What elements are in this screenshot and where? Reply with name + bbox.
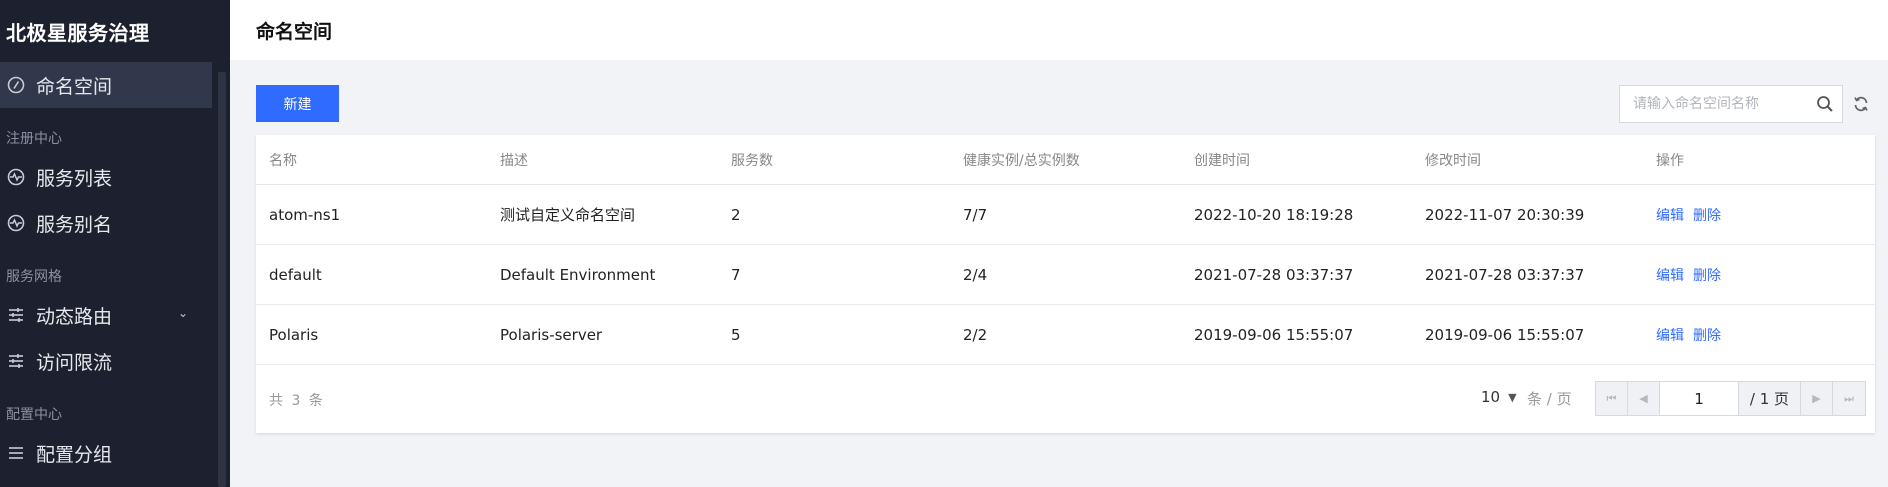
cell-name: default xyxy=(269,265,322,284)
column-header-created: 创建时间 xyxy=(1194,152,1250,169)
sidebar-item-label: 配置分组 xyxy=(36,443,113,466)
delete-link[interactable]: 删除 xyxy=(1693,328,1721,344)
table-row: atom-ns1 测试自定义命名空间 2 7/7 2022-10-20 18:1… xyxy=(256,185,1875,245)
sidebar: 北极星服务治理 命名空间 注册中心 服务列表 服务别名 服务网格 动态路由 ⌄ … xyxy=(0,0,230,487)
sliders-icon xyxy=(6,351,26,371)
cell-services: 7 xyxy=(731,265,741,284)
edit-link[interactable]: 编辑 xyxy=(1656,328,1684,344)
total-count: 共 3 条 xyxy=(269,392,325,409)
table-footer: 共 3 条 10 ▼ 条 / 页 ⏮ ◀ / 1 页 ▶ ⏭ xyxy=(256,366,1875,433)
cell-services: 5 xyxy=(731,325,741,344)
refresh-icon[interactable] xyxy=(1850,93,1872,115)
cell-services: 2 xyxy=(731,205,741,224)
search-box xyxy=(1619,85,1843,123)
page-size-select[interactable]: 10 ▼ xyxy=(1481,388,1527,406)
namespace-icon xyxy=(6,75,26,95)
cell-description: 测试自定义命名空间 xyxy=(500,206,636,224)
delete-link[interactable]: 删除 xyxy=(1693,208,1721,224)
page-size-value: 10 xyxy=(1481,388,1501,406)
cell-actions: 编辑 删除 xyxy=(1643,325,1865,345)
sidebar-group-config: 配置中心 xyxy=(6,407,62,423)
cell-health: 2/2 xyxy=(963,325,988,344)
cell-health: 2/4 xyxy=(963,265,988,284)
service-alias-icon xyxy=(6,213,26,233)
cell-actions: 编辑 删除 xyxy=(1643,265,1865,285)
sidebar-item-rate-limit[interactable]: 访问限流 xyxy=(0,338,212,384)
cell-created: 2019-09-06 15:55:07 xyxy=(1194,325,1354,344)
sidebar-item-label: 服务别名 xyxy=(36,213,113,236)
cell-actions: 编辑 删除 xyxy=(1643,205,1865,225)
cell-created: 2022-10-20 18:19:28 xyxy=(1194,205,1354,224)
search-input[interactable] xyxy=(1620,86,1808,122)
sidebar-item-label: 服务列表 xyxy=(36,167,113,190)
cell-modified: 2022-11-07 20:30:39 xyxy=(1425,205,1585,224)
chevron-down-icon[interactable]: ⌄ xyxy=(178,306,188,320)
service-list-icon xyxy=(6,167,26,187)
table-row: Polaris Polaris-server 5 2/2 2019-09-06 … xyxy=(256,305,1875,365)
total-pages: / 1 页 xyxy=(1739,382,1801,415)
sidebar-item-service-list[interactable]: 服务列表 xyxy=(0,154,212,200)
sidebar-item-label: 动态路由 xyxy=(36,305,113,328)
delete-link[interactable]: 删除 xyxy=(1693,268,1721,284)
cell-description: Polaris-server xyxy=(500,325,603,344)
table-header: 名称 描述 服务数 健康实例/总实例数 创建时间 修改时间 操作 xyxy=(256,135,1875,185)
first-page-icon[interactable]: ⏮ xyxy=(1596,382,1628,415)
cell-modified: 2019-09-06 15:55:07 xyxy=(1425,325,1585,344)
next-page-icon[interactable]: ▶ xyxy=(1801,382,1833,415)
sidebar-item-config-group[interactable]: 配置分组 xyxy=(0,430,212,476)
sidebar-item-label: 命名空间 xyxy=(36,75,113,98)
cell-name: atom-ns1 xyxy=(269,205,341,224)
cell-description: Default Environment xyxy=(500,265,656,284)
cell-modified: 2021-07-28 03:37:37 xyxy=(1425,265,1585,284)
column-header-name: 名称 xyxy=(269,152,297,169)
pagination: ⏮ ◀ / 1 页 ▶ ⏭ xyxy=(1595,381,1866,416)
brand-title: 北极星服务治理 xyxy=(6,20,150,45)
cell-created: 2021-07-28 03:37:37 xyxy=(1194,265,1354,284)
edit-link[interactable]: 编辑 xyxy=(1656,208,1684,224)
column-header-actions: 操作 xyxy=(1656,152,1684,169)
prev-page-icon[interactable]: ◀ xyxy=(1628,382,1660,415)
page-header: 命名空间 xyxy=(230,0,1888,60)
page-title: 命名空间 xyxy=(256,20,333,43)
cell-name: Polaris xyxy=(269,325,319,344)
table-row: default Default Environment 7 2/4 2021-0… xyxy=(256,245,1875,305)
new-namespace-button[interactable]: 新建 xyxy=(256,85,339,122)
search-icon[interactable] xyxy=(1808,95,1842,113)
sidebar-group-registry: 注册中心 xyxy=(6,131,62,147)
column-header-health: 健康实例/总实例数 xyxy=(963,152,1080,169)
sidebar-group-mesh: 服务网格 xyxy=(6,269,62,285)
column-header-description: 描述 xyxy=(500,152,528,169)
sidebar-item-namespace[interactable]: 命名空间 xyxy=(0,62,212,108)
caret-down-icon: ▼ xyxy=(1508,390,1517,404)
sliders-icon xyxy=(6,305,26,325)
sidebar-item-service-alias[interactable]: 服务别名 xyxy=(0,200,212,246)
sidebar-item-dynamic-routing[interactable]: 动态路由 ⌄ xyxy=(0,292,212,338)
edit-link[interactable]: 编辑 xyxy=(1656,268,1684,284)
column-header-modified: 修改时间 xyxy=(1425,152,1481,169)
cell-health: 7/7 xyxy=(963,205,988,224)
namespace-table: 名称 描述 服务数 健康实例/总实例数 创建时间 修改时间 操作 atom-ns… xyxy=(256,135,1875,433)
page-size-unit: 条 / 页 xyxy=(1527,390,1572,408)
sidebar-scrollbar[interactable] xyxy=(218,72,226,487)
last-page-icon[interactable]: ⏭ xyxy=(1833,382,1865,415)
sidebar-item-label: 访问限流 xyxy=(36,351,113,374)
column-header-services: 服务数 xyxy=(731,152,773,169)
page-number-input[interactable] xyxy=(1660,382,1739,415)
list-icon xyxy=(6,443,26,463)
